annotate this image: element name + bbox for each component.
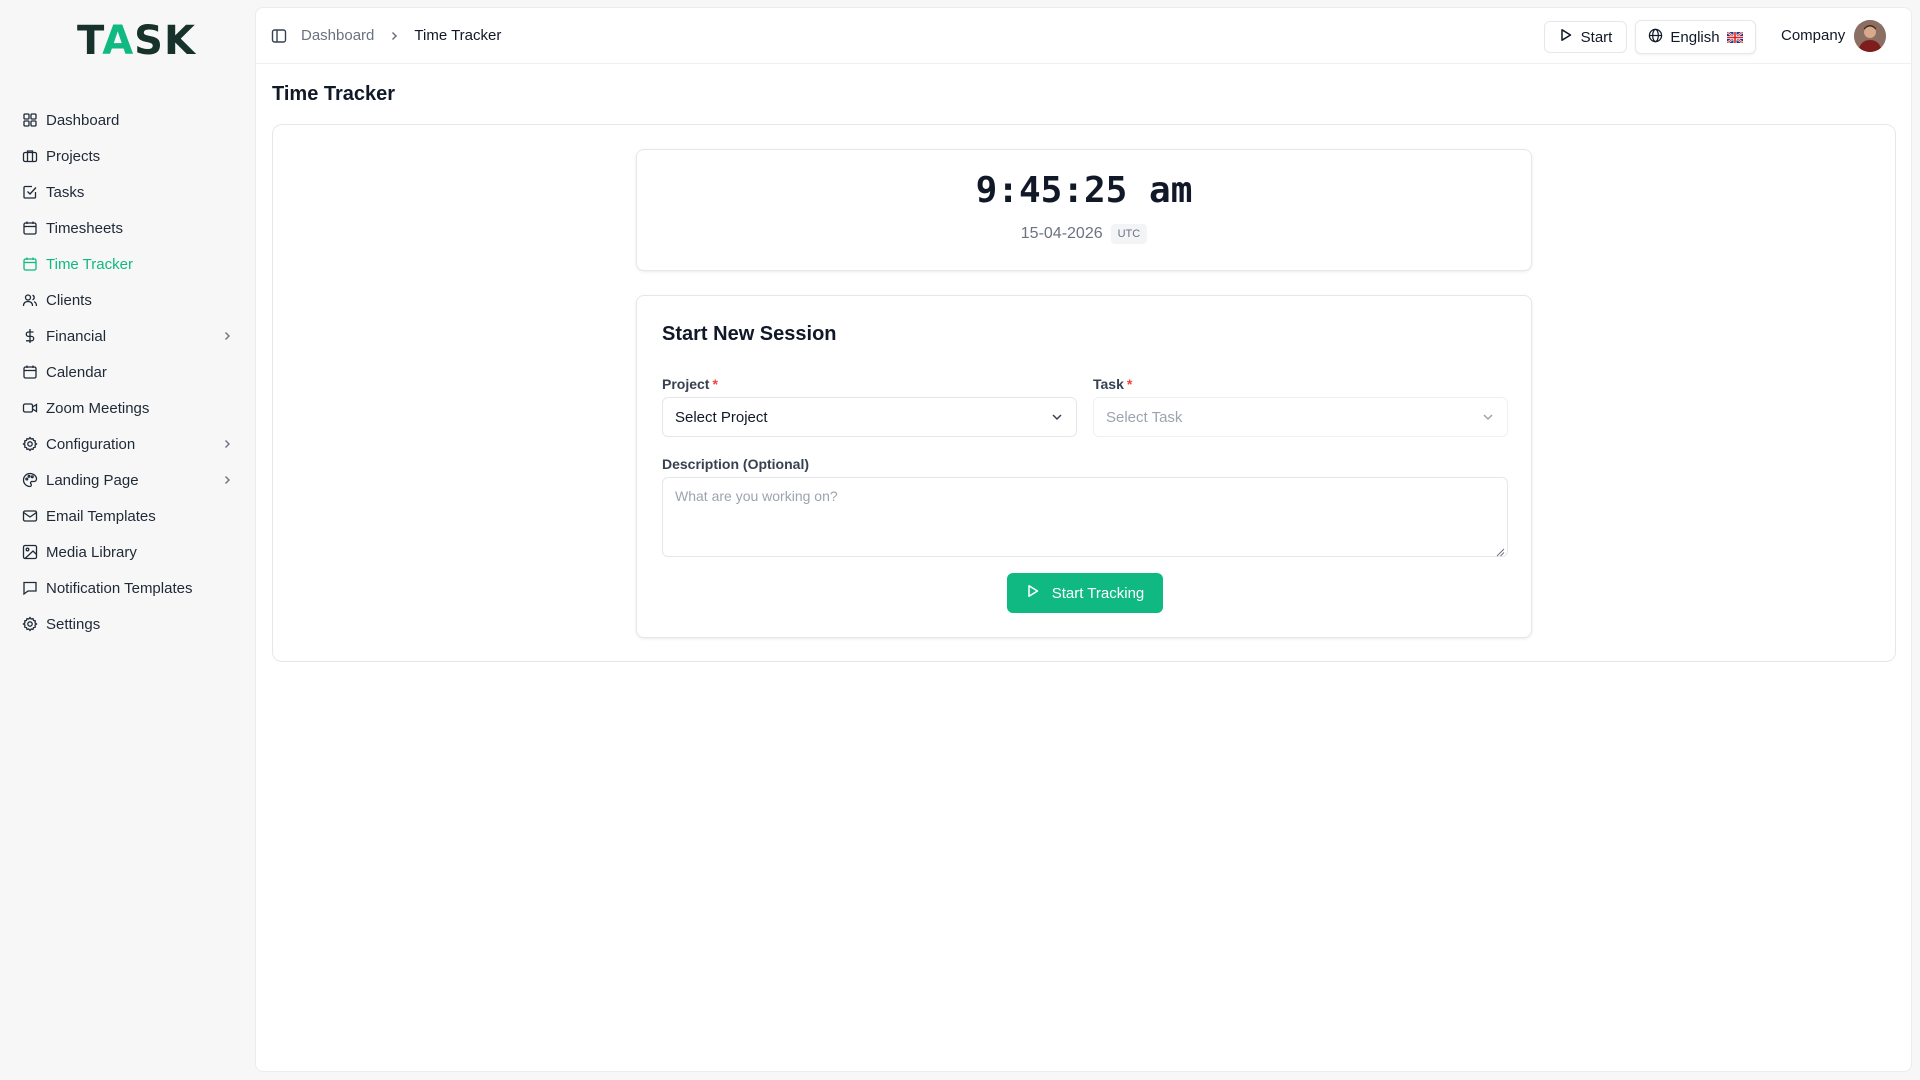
uk-flag-icon (1726, 31, 1743, 43)
chevron-right-icon (221, 438, 233, 450)
sidebar: TASK Dashboard Projects Tasks Timesheets Tim… (0, 0, 255, 1080)
sidebar-item-label: Notification Templates (46, 579, 193, 597)
top-bar: Dashboard Time Tracker Start English Com… (256, 8, 1911, 64)
users-icon (22, 292, 38, 308)
video-icon (22, 400, 38, 416)
language-label: English (1670, 28, 1720, 46)
sidebar-toggle-icon[interactable] (271, 28, 287, 44)
sidebar-item-label: Tasks (46, 183, 85, 201)
sidebar-item-label: Projects (46, 147, 101, 165)
sidebar-item-tasks[interactable]: Tasks (0, 174, 255, 210)
sidebar-item-timesheets[interactable]: Timesheets (0, 210, 255, 246)
calendar-icon (22, 220, 38, 236)
checkbox-icon (22, 184, 38, 200)
sidebar-item-configuration[interactable]: Configuration (0, 426, 255, 462)
resize-handle-icon[interactable] (1495, 544, 1505, 557)
session-title: Start New Session (662, 323, 837, 345)
task-label: Task * (1093, 376, 1133, 392)
sidebar-item-label: Calendar (46, 363, 107, 381)
sidebar-nav: Dashboard Projects Tasks Timesheets Time Tra… (0, 102, 255, 642)
chevron-right-icon (221, 330, 233, 342)
sidebar-item-label: Media Library (46, 543, 137, 561)
chevron-right-icon (221, 474, 233, 486)
gear-icon (22, 616, 38, 632)
sidebar-item-label: Financial (46, 327, 107, 345)
clock-date: 15-04-2026 (1020, 225, 1103, 242)
breadcrumb: Dashboard Time Tracker (301, 27, 501, 44)
time-tracker-panel: 9:45:25 am 15-04-2026 UTC Start New Sess… (272, 124, 1896, 662)
project-select[interactable]: Select Project (662, 397, 1077, 437)
sidebar-item-media-library[interactable]: Media Library (0, 534, 255, 570)
play-icon (1026, 584, 1040, 602)
sidebar-item-projects[interactable]: Projects (0, 138, 255, 174)
start-timer-button[interactable]: Start (1544, 21, 1627, 53)
description-placeholder: What are you working on? (675, 488, 838, 504)
sidebar-item-time-tracker[interactable]: Time Tracker (0, 246, 255, 282)
sidebar-item-label: Configuration (46, 435, 136, 453)
sidebar-item-clients[interactable]: Clients (0, 282, 255, 318)
sidebar-item-label: Dashboard (46, 111, 120, 129)
palette-icon (22, 472, 38, 488)
description-input[interactable]: What are you working on? (662, 477, 1508, 557)
calendar-icon (22, 364, 38, 380)
sidebar-item-calendar[interactable]: Calendar (0, 354, 255, 390)
chevron-down-icon (1481, 410, 1495, 424)
dollar-icon (22, 328, 38, 344)
sidebar-item-label: Settings (46, 615, 101, 633)
sidebar-item-landing-page[interactable]: Landing Page (0, 462, 255, 498)
start-label: Start (1580, 28, 1613, 46)
avatar[interactable] (1854, 20, 1886, 52)
globe-icon (1648, 28, 1663, 47)
sidebar-item-email-templates[interactable]: Email Templates (0, 498, 255, 534)
sidebar-item-label: Landing Page (46, 471, 139, 489)
timezone-badge: UTC (1110, 224, 1148, 244)
message-icon (22, 580, 38, 596)
briefcase-icon (22, 148, 38, 164)
breadcrumb-dashboard[interactable]: Dashboard (301, 27, 374, 44)
task-select[interactable]: Select Task (1093, 397, 1508, 437)
image-icon (22, 544, 38, 560)
session-card: Start New Session Project * Select Projec… (636, 295, 1532, 638)
sidebar-item-label: Time Tracker (46, 255, 133, 273)
sidebar-item-label: Clients (46, 291, 92, 309)
sidebar-item-label: Timesheets (46, 219, 123, 237)
project-select-value: Select Project (675, 408, 768, 426)
gear-icon (22, 436, 38, 452)
sidebar-item-label: Email Templates (46, 507, 156, 525)
task-select-placeholder: Select Task (1106, 408, 1183, 426)
chevron-right-icon (388, 30, 400, 42)
sidebar-item-settings[interactable]: Settings (0, 606, 255, 642)
sidebar-item-notification-templates[interactable]: Notification Templates (0, 570, 255, 606)
company-label[interactable]: Company (1781, 27, 1845, 44)
chevron-down-icon (1050, 410, 1064, 424)
play-icon (1559, 28, 1573, 46)
mail-icon (22, 508, 38, 524)
breadcrumb-current: Time Tracker (414, 27, 502, 44)
page-title: Time Tracker (272, 83, 396, 105)
clock-card: 9:45:25 am 15-04-2026 UTC (636, 149, 1532, 271)
description-label: Description (Optional) (662, 456, 809, 472)
language-selector[interactable]: English (1635, 20, 1756, 54)
project-label: Project * (662, 376, 718, 392)
app-logo[interactable]: TASK (77, 18, 196, 64)
calendar-clock-icon (22, 256, 38, 272)
sidebar-item-zoom-meetings[interactable]: Zoom Meetings (0, 390, 255, 426)
clock-date-row: 15-04-2026 UTC (637, 224, 1531, 244)
main-content: Dashboard Time Tracker Start English Com… (255, 7, 1912, 1072)
grid-icon (22, 112, 38, 128)
sidebar-item-label: Zoom Meetings (46, 399, 150, 417)
start-tracking-label: Start Tracking (1051, 584, 1145, 602)
sidebar-item-financial[interactable]: Financial (0, 318, 255, 354)
start-tracking-button[interactable]: Start Tracking (1007, 573, 1163, 613)
clock-time: 9:45:25 am (975, 170, 1193, 211)
sidebar-item-dashboard[interactable]: Dashboard (0, 102, 255, 138)
